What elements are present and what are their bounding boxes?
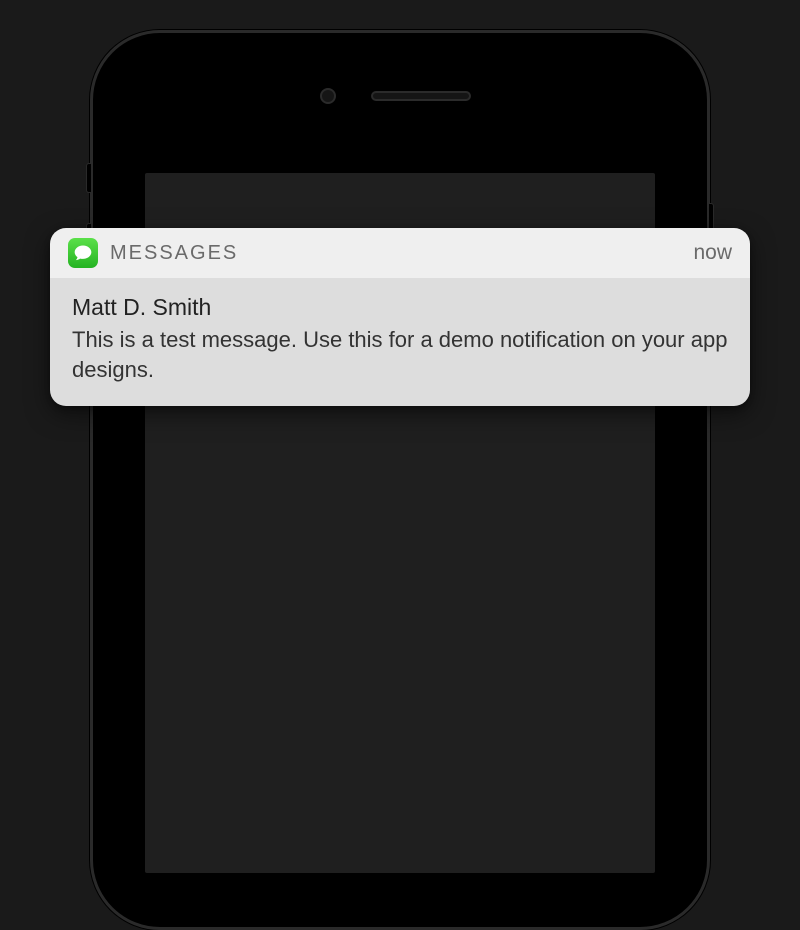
- earpiece-speaker: [371, 91, 471, 101]
- sensor-row: [93, 88, 707, 104]
- front-camera: [320, 88, 336, 104]
- notification-body: Matt D. Smith This is a test message. Us…: [50, 278, 750, 406]
- timestamp-label: now: [693, 241, 732, 265]
- phone-frame: [90, 30, 710, 930]
- sender-name: Matt D. Smith: [72, 294, 728, 321]
- messages-app-icon: [68, 238, 98, 268]
- speech-bubble-icon: [73, 243, 93, 263]
- notification-header: MESSAGES now: [50, 228, 750, 278]
- notification-card[interactable]: MESSAGES now Matt D. Smith This is a tes…: [50, 228, 750, 406]
- mute-switch: [86, 163, 91, 193]
- app-name-label: MESSAGES: [110, 242, 681, 265]
- message-text: This is a test message. Use this for a d…: [72, 325, 728, 384]
